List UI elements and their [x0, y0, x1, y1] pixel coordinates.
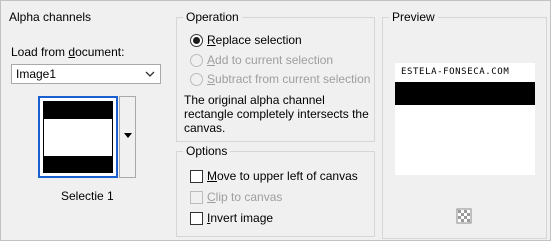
channel-thumbnail[interactable] [38, 96, 118, 178]
document-select-value: Image1 [16, 67, 57, 81]
invert-image-label[interactable]: Invert image [207, 211, 273, 226]
invert-image-checkbox[interactable] [190, 212, 203, 225]
move-to-upper-left-label[interactable]: Move to upper left of canvas [207, 169, 358, 184]
move-to-upper-left-checkbox[interactable] [190, 170, 203, 183]
preview-image: ESTELA-FONSECA.COM [395, 63, 535, 175]
subtract-from-selection-radio[interactable] [190, 73, 203, 86]
add-to-selection-label[interactable]: Add to current selection [207, 53, 333, 68]
thumbnail-bottom-band [44, 156, 112, 172]
operation-message-line1: The original alpha channel [184, 93, 325, 107]
channel-name-label: Selectie 1 [61, 189, 114, 203]
preview-watermark: ESTELA-FONSECA.COM [401, 67, 510, 77]
clip-to-canvas-checkbox[interactable] [190, 191, 203, 204]
options-title: Options [183, 143, 231, 159]
chevron-down-icon [145, 71, 155, 77]
checkerboard-zoom-icon[interactable] [456, 208, 472, 224]
add-to-selection-radio[interactable] [190, 54, 203, 67]
preview-black-band [395, 82, 535, 105]
document-select[interactable]: Image1 [11, 64, 161, 84]
thumbnail-top-band [44, 102, 112, 119]
preview-title: Preview [389, 9, 438, 25]
replace-selection-radio[interactable] [190, 34, 203, 47]
load-from-document-label: Load from document: [11, 45, 125, 59]
operation-title: Operation [183, 9, 242, 25]
alpha-channels-title: Alpha channels [9, 10, 92, 24]
channel-thumbnail-image [43, 101, 113, 173]
operation-message-line2: rectangle completely intersects the [184, 107, 369, 121]
channel-dropdown-button[interactable] [119, 96, 136, 178]
clip-to-canvas-label[interactable]: Clip to canvas [207, 190, 282, 205]
subtract-from-selection-label[interactable]: Subtract from current selection [207, 72, 370, 87]
dialog: Alpha channels Load from document: Image… [1, 1, 550, 240]
operation-message-line3: canvas. [184, 121, 226, 135]
replace-selection-label[interactable]: Replace selection [207, 33, 302, 48]
